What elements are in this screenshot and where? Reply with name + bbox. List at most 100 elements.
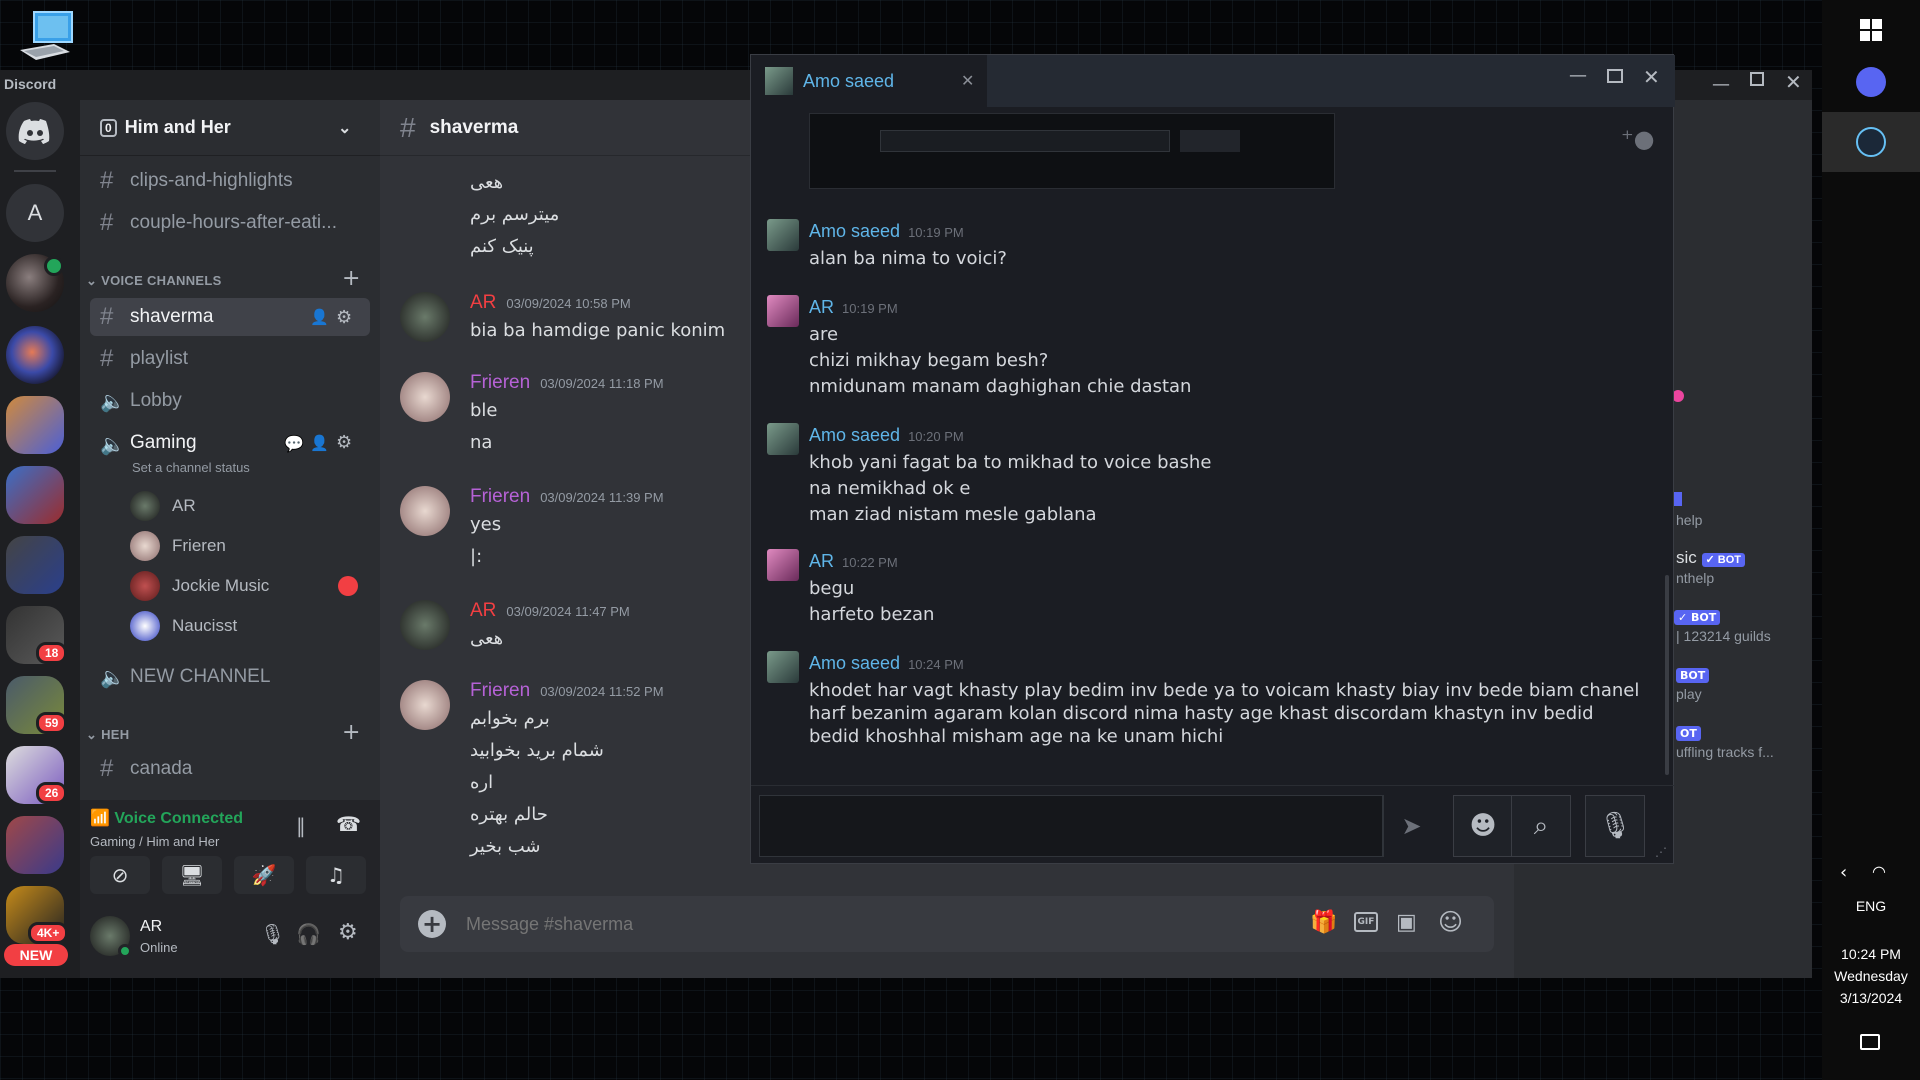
message-author[interactable]: AR 03/09/2024 10:58 PM	[470, 292, 631, 314]
voice-message-button[interactable]: 🎙	[1585, 795, 1645, 857]
voice-user[interactable]: Frieren	[130, 528, 226, 564]
close-tab-icon[interactable]: ✕	[961, 71, 974, 91]
attach-plus-icon[interactable]: +	[418, 910, 446, 938]
member-name[interactable]: sic ✓ BOT	[1676, 548, 1746, 568]
server-folder-2[interactable]	[6, 466, 64, 524]
avatar[interactable]	[767, 295, 799, 327]
clock-date[interactable]: 3/13/2024	[1822, 990, 1920, 1006]
maximize-button[interactable]	[1750, 72, 1764, 86]
message-author[interactable]: Frieren 03/09/2024 11:52 PM	[470, 680, 664, 702]
avatar[interactable]	[400, 372, 450, 422]
voice-channel-lobby[interactable]: 🔈 Lobby	[90, 382, 370, 420]
close-button[interactable]: ✕	[1785, 70, 1802, 94]
avatar[interactable]	[400, 600, 450, 650]
voice-user[interactable]: Naucisst	[130, 608, 237, 644]
channel-status-prompt[interactable]: Set a channel status	[132, 460, 250, 475]
voice-connected-text: Voice Connected	[114, 810, 243, 827]
disconnect-icon[interactable]: ☎	[336, 812, 361, 836]
avatar[interactable]	[767, 549, 799, 581]
message-author[interactable]: Frieren 03/09/2024 11:18 PM	[470, 372, 664, 394]
message-composer[interactable]: + 🎁 GIF ▣ ☺	[400, 896, 1494, 952]
maximize-button[interactable]	[1607, 69, 1623, 83]
channel-clips-and-highlights[interactable]: # clips-and-highlights	[90, 162, 370, 200]
discord-home-button[interactable]	[6, 102, 64, 160]
chat-bubble-icon[interactable]: 💬	[284, 434, 304, 454]
message-author[interactable]: Frieren 03/09/2024 11:39 PM	[470, 486, 664, 508]
headphones-icon[interactable]: 🎧	[296, 922, 321, 946]
avatar[interactable]	[400, 292, 450, 342]
message-timestamp: 03/09/2024 10:58 PM	[506, 296, 631, 311]
server-folder-7[interactable]	[6, 816, 64, 874]
microphone-icon[interactable]: 🎙	[260, 922, 285, 946]
server-folder-3[interactable]	[6, 536, 64, 594]
category-heh[interactable]: ⌄ HEH	[86, 727, 129, 743]
computer-icon[interactable]	[14, 10, 76, 64]
gift-icon[interactable]: 🎁	[1310, 910, 1337, 935]
new-badge[interactable]: NEW	[4, 944, 68, 966]
minimize-button[interactable]: —	[1712, 74, 1730, 95]
add-member-icon[interactable]: 👤	[310, 308, 329, 326]
gear-icon[interactable]: ⚙	[336, 432, 352, 453]
message-author[interactable]: AR 03/09/2024 11:47 PM	[470, 600, 630, 622]
gif-icon[interactable]: GIF	[1354, 912, 1378, 932]
add-channel-icon[interactable]: +	[342, 720, 360, 745]
overlay-message-input[interactable]	[759, 795, 1383, 857]
add-friend-icon[interactable]: ⁺●	[1621, 125, 1655, 153]
overlay-titlebar[interactable]: Amo saeed ✕ — ✕	[751, 55, 1675, 107]
soundboard-button[interactable]: ♫	[306, 856, 366, 894]
voice-channel-new-channel[interactable]: 🔈 NEW CHANNEL	[90, 658, 370, 696]
resize-grip-icon[interactable]: ⋰	[1655, 845, 1667, 859]
message-author[interactable]: AR 10:22 PM	[809, 551, 898, 572]
message-author[interactable]: Amo saeed 10:24 PM	[809, 653, 964, 674]
message-author[interactable]: Amo saeed 10:20 PM	[809, 425, 964, 446]
avatar[interactable]	[767, 651, 799, 683]
message-author[interactable]: Amo saeed 10:19 PM	[809, 221, 964, 242]
avatar[interactable]	[400, 680, 450, 730]
category-voice-channels[interactable]: ⌄ VOICE CHANNELS	[86, 273, 222, 289]
emoji-button[interactable]: ☻	[1453, 795, 1513, 857]
clock-day[interactable]: Wednesday	[1822, 968, 1920, 984]
server-a[interactable]: A	[6, 184, 64, 242]
send-button[interactable]: ➤	[1383, 795, 1439, 857]
message-author[interactable]: AR 10:19 PM	[809, 297, 898, 318]
activities-button[interactable]: 🚀	[234, 856, 294, 894]
scrollbar[interactable]	[1665, 575, 1669, 775]
noise-suppression-icon[interactable]: ∥	[296, 814, 306, 838]
server-folder-1[interactable]	[6, 396, 64, 454]
screen-share-button[interactable]: 🖥	[162, 856, 222, 894]
clock-time[interactable]: 10:24 PM	[1822, 946, 1920, 962]
server-avatar-2[interactable]	[6, 326, 64, 384]
notifications-icon[interactable]	[1860, 1034, 1880, 1050]
image-attachment[interactable]	[809, 113, 1335, 189]
avatar[interactable]	[767, 423, 799, 455]
gear-icon[interactable]: ⚙	[336, 307, 352, 328]
camera-off-button[interactable]: ⊘	[90, 856, 150, 894]
author-name: Amo saeed	[809, 221, 901, 241]
sticker-icon[interactable]: ▣	[1396, 910, 1417, 935]
add-channel-icon[interactable]: +	[342, 266, 360, 291]
chat-tab[interactable]: Amo saeed ✕	[751, 55, 987, 107]
emoji-icon[interactable]: ☺	[1438, 908, 1463, 936]
language-indicator[interactable]: ENG	[1822, 898, 1920, 914]
voice-user[interactable]: Jockie Music	[130, 568, 269, 604]
voice-user[interactable]: AR	[130, 488, 196, 524]
voice-location[interactable]: Gaming / Him and Her	[90, 834, 219, 849]
attach-button[interactable]: ⌕	[1511, 795, 1571, 857]
taskbar-steam-button[interactable]	[1822, 112, 1920, 172]
network-icon[interactable]: ◠	[1872, 862, 1886, 881]
avatar[interactable]	[400, 486, 450, 536]
user-settings-gear-icon[interactable]: ⚙	[338, 920, 358, 945]
chevron-left-icon[interactable]: ‹	[1840, 862, 1847, 883]
minimize-button[interactable]: —	[1569, 65, 1587, 86]
server-header[interactable]: 0 Him and Her ⌄	[80, 100, 380, 156]
channel-couple-hours[interactable]: # couple-hours-after-eati...	[90, 204, 370, 242]
channel-shaverma[interactable]: # shaverma 👤 ⚙	[90, 298, 370, 336]
channel-canada[interactable]: # canada	[90, 750, 370, 788]
message-input[interactable]	[466, 908, 1066, 940]
avatar[interactable]	[767, 219, 799, 251]
taskbar-discord-button[interactable]	[1822, 52, 1920, 112]
add-member-icon[interactable]: 👤	[310, 434, 329, 452]
windows-start-button[interactable]	[1822, 0, 1920, 60]
channel-playlist[interactable]: # playlist	[90, 340, 370, 378]
close-button[interactable]: ✕	[1643, 65, 1660, 89]
